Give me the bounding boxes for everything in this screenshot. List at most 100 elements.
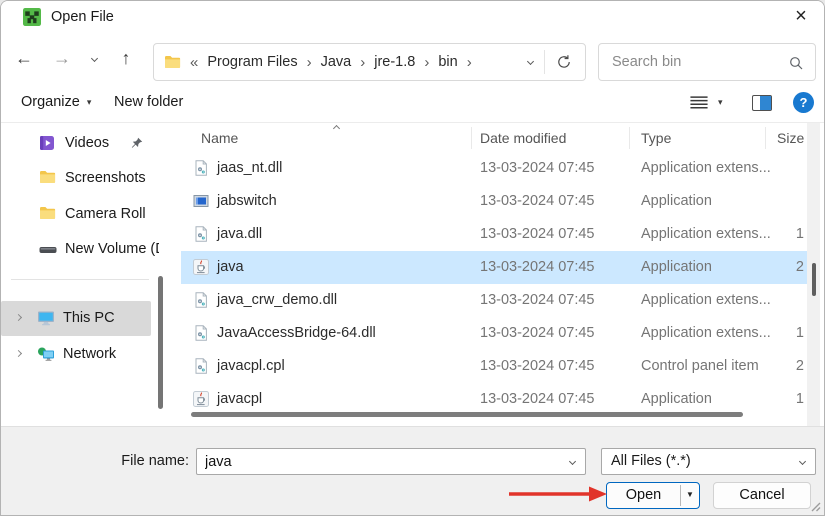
list-view-icon[interactable]: [689, 95, 709, 110]
file-date: 13-03-2024 07:45: [480, 152, 595, 185]
open-dropdown-icon[interactable]: ▼: [681, 483, 699, 508]
new-folder-button[interactable]: New folder: [114, 82, 183, 122]
column-header-date-modified[interactable]: Date modified: [480, 123, 566, 153]
this-pc-icon: [37, 310, 55, 326]
search-input[interactable]: [599, 44, 815, 80]
refresh-icon: [556, 54, 572, 70]
dialog-footer: File name: All Files (*.*) Open ▼ Cancel: [1, 426, 824, 516]
application-file-icon: [193, 193, 209, 209]
file-date: 13-03-2024 07:45: [480, 317, 595, 350]
sidebar-scrollbar[interactable]: [158, 276, 163, 409]
file-name-input[interactable]: [197, 449, 585, 474]
file-name: javacpl.cpl: [217, 350, 285, 383]
breadcrumb-separator[interactable]: ›: [360, 54, 365, 71]
dll-file-icon: [193, 226, 209, 242]
chevron-right-icon[interactable]: [15, 314, 22, 321]
new-folder-label: New folder: [114, 94, 183, 110]
divider: [544, 50, 545, 74]
sidebar: Videos Screenshots Camera Roll New Volum…: [1, 123, 159, 426]
file-type: Application extens...: [641, 317, 771, 350]
close-icon[interactable]: ×: [778, 1, 824, 34]
file-date: 13-03-2024 07:45: [480, 218, 595, 251]
address-dropdown-icon[interactable]: [527, 58, 534, 65]
file-name: java_crw_demo.dll: [217, 284, 337, 317]
table-row[interactable]: java.dll 13-03-2024 07:45 Application ex…: [181, 218, 807, 251]
file-type-select[interactable]: All Files (*.*): [601, 448, 816, 475]
column-divider[interactable]: [629, 127, 630, 149]
file-date: 13-03-2024 07:45: [480, 185, 595, 218]
breadcrumb-prefix[interactable]: «: [190, 54, 198, 71]
table-row[interactable]: javacpl.cpl 13-03-2024 07:45 Control pan…: [181, 350, 807, 383]
help-button[interactable]: ?: [793, 92, 814, 113]
table-row[interactable]: JavaAccessBridge-64.dll 13-03-2024 07:45…: [181, 317, 807, 350]
open-button[interactable]: Open ▼: [606, 482, 700, 509]
dialog-content: Videos Screenshots Camera Roll New Volum…: [1, 123, 824, 426]
window-title: Open File: [51, 1, 114, 34]
sidebar-item-label: Videos: [65, 126, 109, 161]
sidebar-item-network[interactable]: Network: [1, 337, 159, 372]
file-name: jabswitch: [217, 185, 277, 218]
file-name-label: File name:: [1, 448, 189, 475]
folder-icon: [39, 170, 56, 184]
view-options-caret-icon[interactable]: ▾: [718, 97, 723, 108]
table-row[interactable]: jabswitch 13-03-2024 07:45 Application: [181, 185, 807, 218]
dll-file-icon: [193, 292, 209, 308]
breadcrumb: « Program Files › Java › jre-1.8 › bin ›: [164, 44, 472, 80]
file-size: 1: [754, 218, 804, 251]
cancel-button[interactable]: Cancel: [713, 482, 811, 509]
breadcrumb-segment[interactable]: Program Files: [207, 54, 297, 70]
caret-down-icon: ▾: [87, 97, 92, 108]
dll-file-icon: [193, 358, 209, 374]
file-date: 13-03-2024 07:45: [480, 350, 595, 383]
sort-ascending-icon: [333, 125, 340, 132]
file-type: Application extens...: [641, 284, 771, 317]
file-size: 1: [754, 383, 804, 416]
file-type: Application extens...: [641, 152, 771, 185]
sidebar-item-screenshots[interactable]: Screenshots: [1, 161, 159, 196]
file-name-combo: [196, 448, 586, 475]
column-divider[interactable]: [471, 127, 472, 149]
breadcrumb-separator[interactable]: ›: [307, 54, 312, 71]
sidebar-item-new-volume[interactable]: New Volume (D:: [1, 232, 159, 267]
breadcrumb-segment[interactable]: Java: [321, 54, 352, 70]
breadcrumb-separator[interactable]: ›: [424, 54, 429, 71]
table-row-selected[interactable]: java 13-03-2024 07:45 Application 2: [181, 251, 807, 284]
address-bar[interactable]: « Program Files › Java › jre-1.8 › bin ›: [153, 43, 586, 81]
back-button[interactable]: ←: [9, 43, 39, 73]
forward-button[interactable]: →: [47, 43, 77, 73]
table-row[interactable]: java_crw_demo.dll 13-03-2024 07:45 Appli…: [181, 284, 807, 317]
breadcrumb-segment[interactable]: bin: [438, 54, 457, 70]
file-date: 13-03-2024 07:45: [480, 251, 595, 284]
file-name: jaas_nt.dll: [217, 152, 282, 185]
resize-grip[interactable]: [809, 500, 822, 513]
drive-icon: [39, 245, 57, 255]
breadcrumb-separator[interactable]: ›: [467, 54, 472, 71]
sidebar-item-camera-roll[interactable]: Camera Roll: [1, 197, 159, 232]
horizontal-scrollbar[interactable]: [191, 412, 743, 417]
column-header-type[interactable]: Type: [641, 123, 671, 153]
vertical-scrollbar-thumb[interactable]: [812, 263, 816, 296]
videos-icon: [39, 135, 55, 151]
dll-file-icon: [193, 160, 209, 176]
chevron-right-icon[interactable]: [15, 350, 22, 357]
up-button[interactable]: ↑: [111, 43, 141, 73]
column-header-size[interactable]: Size: [777, 123, 804, 153]
sidebar-item-this-pc[interactable]: This PC: [1, 301, 151, 336]
search-icon: [788, 55, 804, 71]
folder-icon: [164, 55, 181, 69]
column-header-name[interactable]: Name: [201, 123, 238, 153]
open-file-dialog: Open File × ← → ↑ « Program Files › Java…: [0, 0, 825, 516]
breadcrumb-segment[interactable]: jre-1.8: [374, 54, 415, 70]
recent-locations-button[interactable]: [83, 43, 105, 73]
vertical-scrollbar-track[interactable]: [807, 123, 820, 426]
sidebar-separator: [11, 279, 149, 280]
refresh-button[interactable]: [551, 53, 577, 71]
folder-icon: [39, 206, 56, 220]
table-row[interactable]: jaas_nt.dll 13-03-2024 07:45 Application…: [181, 152, 807, 185]
sidebar-item-videos[interactable]: Videos: [1, 126, 159, 161]
organize-button[interactable]: Organize ▾: [21, 82, 91, 122]
file-size: 2: [754, 251, 804, 284]
java-file-icon: [193, 259, 209, 275]
preview-pane-icon[interactable]: [752, 95, 772, 111]
column-divider[interactable]: [765, 127, 766, 149]
